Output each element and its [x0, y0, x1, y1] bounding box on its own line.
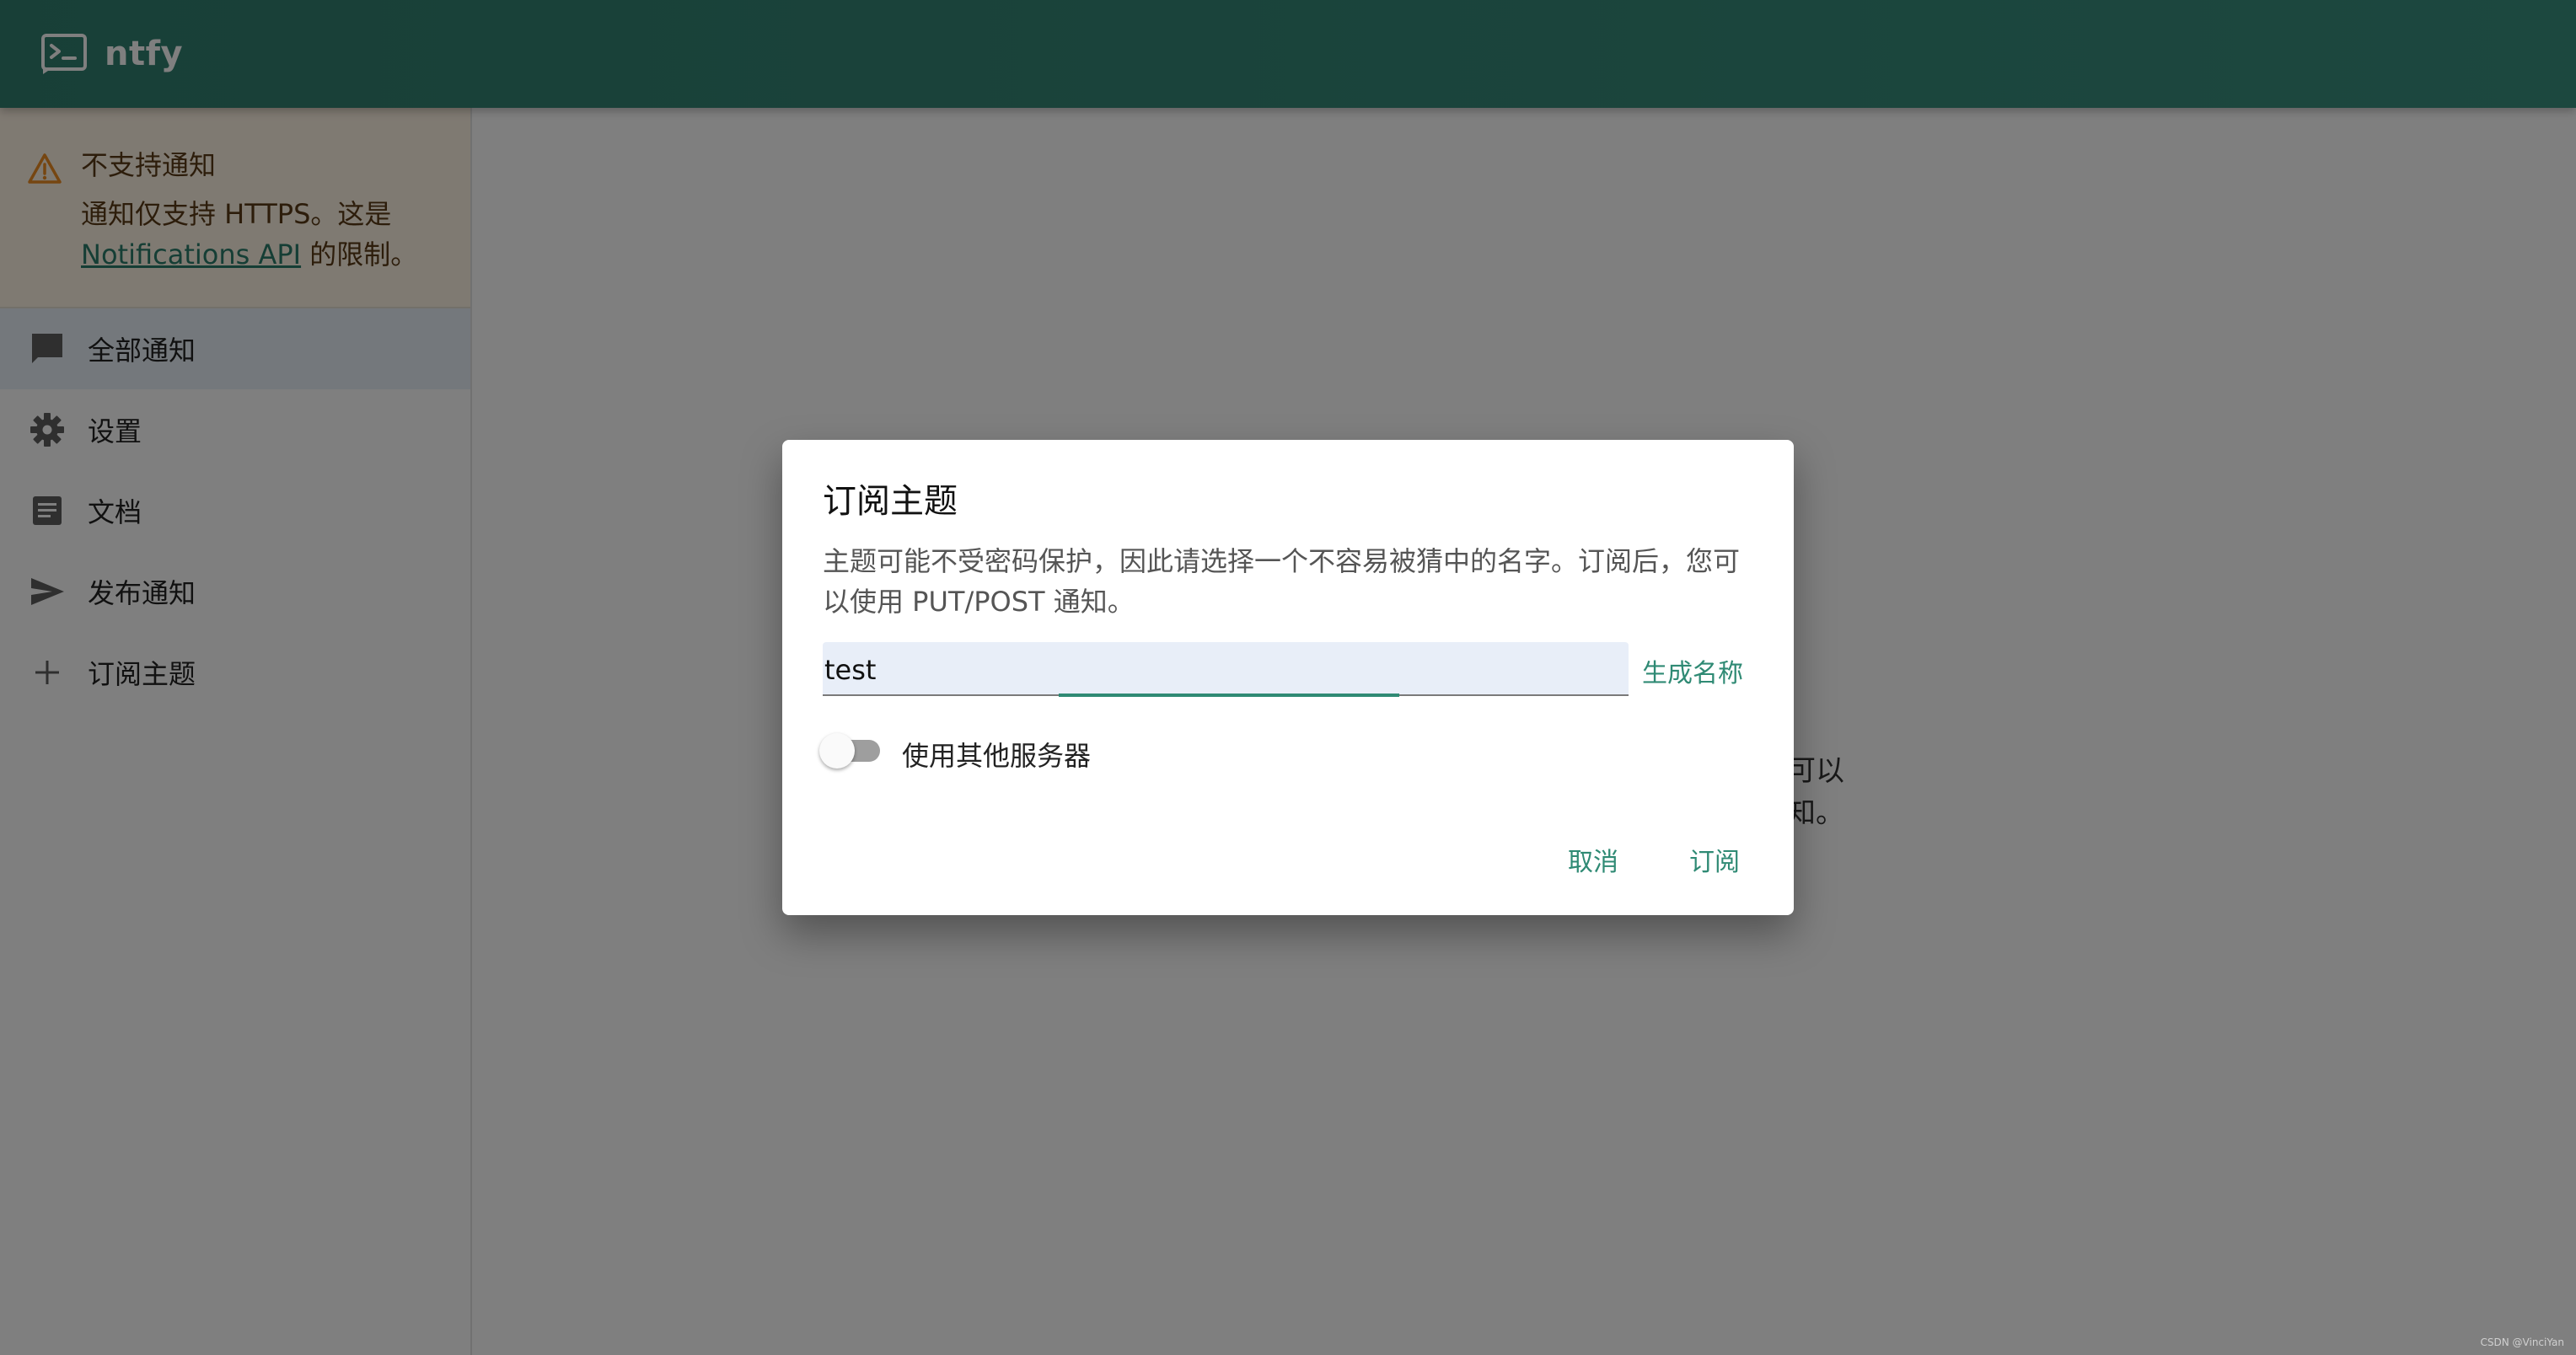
- generate-name-button[interactable]: 生成名称: [1642, 652, 1743, 689]
- subscribe-dialog: 订阅主题 主题可能不受密码保护，因此请选择一个不容易被猜中的名字。订阅后，您可以…: [782, 440, 1794, 915]
- input-focus-underline: [1059, 694, 1399, 697]
- cancel-button[interactable]: 取消: [1568, 841, 1618, 878]
- switch-thumb: [819, 733, 855, 769]
- app-root: ntfy 不支持通知 通知仅支持 HTTPS。这是 Notifications …: [0, 0, 2576, 1355]
- subscribe-button[interactable]: 订阅: [1689, 841, 1740, 878]
- watermark: CSDN @VinciYan: [2480, 1336, 2564, 1348]
- topic-field[interactable]: [823, 642, 1629, 697]
- other-server-switch[interactable]: [819, 731, 883, 769]
- other-server-label: 使用其他服务器: [902, 740, 1092, 772]
- topic-input[interactable]: [823, 642, 1629, 694]
- dialog-title: 订阅主题: [823, 482, 958, 521]
- dialog-description: 主题可能不受密码保护，因此请选择一个不容易被猜中的名字。订阅后，您可以使用 PU…: [823, 545, 1741, 618]
